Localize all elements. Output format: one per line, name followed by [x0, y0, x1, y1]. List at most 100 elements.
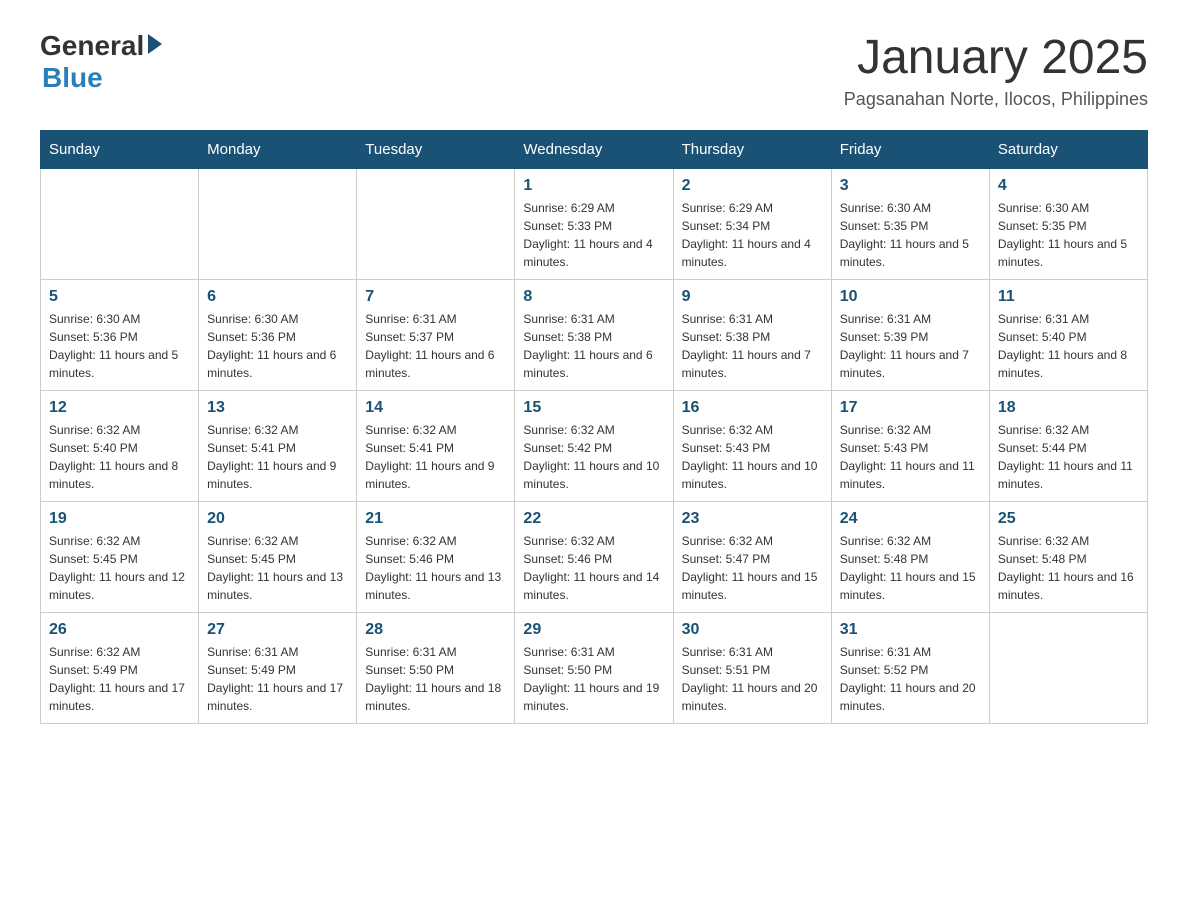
day-info: Sunrise: 6:32 AM Sunset: 5:45 PM Dayligh… [49, 532, 190, 604]
calendar-week-row: 1 Sunrise: 6:29 AM Sunset: 5:33 PM Daylig… [41, 169, 1148, 280]
calendar-cell: 23 Sunrise: 6:32 AM Sunset: 5:47 PM Dayli… [673, 502, 831, 613]
calendar-body: 1 Sunrise: 6:29 AM Sunset: 5:33 PM Daylig… [41, 169, 1148, 724]
day-number: 23 [682, 510, 823, 528]
page-header: General Blue January 2025 Pagsanahan Nor… [40, 30, 1148, 110]
day-number: 22 [523, 510, 664, 528]
calendar-week-row: 26 Sunrise: 6:32 AM Sunset: 5:49 PM Dayli… [41, 613, 1148, 724]
day-number: 1 [523, 177, 664, 195]
day-number: 7 [365, 288, 506, 306]
calendar-week-row: 12Sunrise: 6:32 AM Sunset: 5:40 PM Dayli… [41, 391, 1148, 502]
calendar-cell [41, 169, 199, 280]
calendar-cell: 7 Sunrise: 6:31 AM Sunset: 5:37 PM Daylig… [357, 280, 515, 391]
day-info: Sunrise: 6:32 AM Sunset: 5:44 PM Dayligh… [998, 421, 1139, 493]
calendar-header-cell: Monday [199, 131, 357, 169]
day-number: 3 [840, 177, 981, 195]
calendar-cell: 14 Sunrise: 6:32 AM Sunset: 5:41 PM Dayli… [357, 391, 515, 502]
day-number: 9 [682, 288, 823, 306]
day-info: Sunrise: 6:32 AM Sunset: 5:46 PM Dayligh… [523, 532, 664, 604]
day-info: Sunrise: 6:31 AM Sunset: 5:38 PM Dayligh… [682, 310, 823, 382]
day-number: 27 [207, 621, 348, 639]
day-info: Sunrise: 6:32 AM Sunset: 5:49 PM Dayligh… [49, 643, 190, 715]
month-year-title: January 2025 [844, 30, 1148, 85]
day-number: 29 [523, 621, 664, 639]
calendar-header-cell: Friday [831, 131, 989, 169]
day-info: Sunrise: 6:32 AM Sunset: 5:42 PM Dayligh… [523, 421, 664, 493]
day-number: 14 [365, 399, 506, 417]
day-info: Sunrise: 6:32 AM Sunset: 5:43 PM Dayligh… [682, 421, 823, 493]
day-info: Sunrise: 6:32 AM Sunset: 5:47 PM Dayligh… [682, 532, 823, 604]
calendar-cell: 12Sunrise: 6:32 AM Sunset: 5:40 PM Dayli… [41, 391, 199, 502]
day-number: 21 [365, 510, 506, 528]
calendar-cell: 2 Sunrise: 6:29 AM Sunset: 5:34 PM Daylig… [673, 169, 831, 280]
calendar-cell: 25 Sunrise: 6:32 AM Sunset: 5:48 PM Dayli… [989, 502, 1147, 613]
calendar-cell: 16 Sunrise: 6:32 AM Sunset: 5:43 PM Dayli… [673, 391, 831, 502]
calendar-cell: 3 Sunrise: 6:30 AM Sunset: 5:35 PM Daylig… [831, 169, 989, 280]
day-info: Sunrise: 6:32 AM Sunset: 5:48 PM Dayligh… [998, 532, 1139, 604]
calendar-cell: 26 Sunrise: 6:32 AM Sunset: 5:49 PM Dayli… [41, 613, 199, 724]
logo-arrow-icon [148, 34, 162, 54]
calendar-cell: 22 Sunrise: 6:32 AM Sunset: 5:46 PM Dayli… [515, 502, 673, 613]
day-number: 20 [207, 510, 348, 528]
day-number: 17 [840, 399, 981, 417]
calendar-cell: 21 Sunrise: 6:32 AM Sunset: 5:46 PM Dayli… [357, 502, 515, 613]
title-block: January 2025 Pagsanahan Norte, Ilocos, P… [844, 30, 1148, 110]
day-info: Sunrise: 6:30 AM Sunset: 5:36 PM Dayligh… [207, 310, 348, 382]
day-number: 5 [49, 288, 190, 306]
calendar-header-cell: Wednesday [515, 131, 673, 169]
day-number: 30 [682, 621, 823, 639]
calendar-cell: 19 Sunrise: 6:32 AM Sunset: 5:45 PM Dayli… [41, 502, 199, 613]
calendar-cell: 31Sunrise: 6:31 AM Sunset: 5:52 PM Dayli… [831, 613, 989, 724]
day-number: 4 [998, 177, 1139, 195]
location-subtitle: Pagsanahan Norte, Ilocos, Philippines [844, 89, 1148, 110]
day-number: 11 [998, 288, 1139, 306]
calendar-cell [989, 613, 1147, 724]
day-number: 18 [998, 399, 1139, 417]
day-info: Sunrise: 6:32 AM Sunset: 5:45 PM Dayligh… [207, 532, 348, 604]
day-number: 26 [49, 621, 190, 639]
calendar-week-row: 5 Sunrise: 6:30 AM Sunset: 5:36 PM Daylig… [41, 280, 1148, 391]
day-info: Sunrise: 6:32 AM Sunset: 5:41 PM Dayligh… [365, 421, 506, 493]
day-info: Sunrise: 6:29 AM Sunset: 5:33 PM Dayligh… [523, 199, 664, 271]
day-number: 19 [49, 510, 190, 528]
calendar-cell: 24Sunrise: 6:32 AM Sunset: 5:48 PM Dayli… [831, 502, 989, 613]
calendar-cell: 4Sunrise: 6:30 AM Sunset: 5:35 PM Daylig… [989, 169, 1147, 280]
calendar-cell: 28 Sunrise: 6:31 AM Sunset: 5:50 PM Dayli… [357, 613, 515, 724]
day-info: Sunrise: 6:32 AM Sunset: 5:48 PM Dayligh… [840, 532, 981, 604]
calendar-cell: 5Sunrise: 6:30 AM Sunset: 5:36 PM Daylig… [41, 280, 199, 391]
day-info: Sunrise: 6:32 AM Sunset: 5:40 PM Dayligh… [49, 421, 190, 493]
calendar-week-row: 19 Sunrise: 6:32 AM Sunset: 5:45 PM Dayli… [41, 502, 1148, 613]
calendar-header-row: SundayMondayTuesdayWednesdayThursdayFrid… [41, 131, 1148, 169]
day-number: 25 [998, 510, 1139, 528]
calendar-cell: 27 Sunrise: 6:31 AM Sunset: 5:49 PM Dayli… [199, 613, 357, 724]
day-info: Sunrise: 6:30 AM Sunset: 5:35 PM Dayligh… [840, 199, 981, 271]
calendar-cell: 11Sunrise: 6:31 AM Sunset: 5:40 PM Dayli… [989, 280, 1147, 391]
calendar-table: SundayMondayTuesdayWednesdayThursdayFrid… [40, 130, 1148, 724]
day-number: 2 [682, 177, 823, 195]
day-info: Sunrise: 6:31 AM Sunset: 5:49 PM Dayligh… [207, 643, 348, 715]
logo-general-text: General [40, 30, 144, 62]
calendar-cell [199, 169, 357, 280]
calendar-header-cell: Sunday [41, 131, 199, 169]
day-number: 28 [365, 621, 506, 639]
logo-blue-text: Blue [42, 62, 162, 94]
calendar-cell: 9 Sunrise: 6:31 AM Sunset: 5:38 PM Daylig… [673, 280, 831, 391]
calendar-cell: 15Sunrise: 6:32 AM Sunset: 5:42 PM Dayli… [515, 391, 673, 502]
calendar-cell: 10 Sunrise: 6:31 AM Sunset: 5:39 PM Dayli… [831, 280, 989, 391]
day-number: 8 [523, 288, 664, 306]
day-info: Sunrise: 6:32 AM Sunset: 5:46 PM Dayligh… [365, 532, 506, 604]
day-info: Sunrise: 6:32 AM Sunset: 5:43 PM Dayligh… [840, 421, 981, 493]
calendar-cell: 1 Sunrise: 6:29 AM Sunset: 5:33 PM Daylig… [515, 169, 673, 280]
day-number: 16 [682, 399, 823, 417]
day-info: Sunrise: 6:31 AM Sunset: 5:37 PM Dayligh… [365, 310, 506, 382]
logo: General Blue [40, 30, 162, 94]
day-number: 6 [207, 288, 348, 306]
day-info: Sunrise: 6:31 AM Sunset: 5:39 PM Dayligh… [840, 310, 981, 382]
day-info: Sunrise: 6:29 AM Sunset: 5:34 PM Dayligh… [682, 199, 823, 271]
calendar-header-cell: Tuesday [357, 131, 515, 169]
calendar-cell: 18 Sunrise: 6:32 AM Sunset: 5:44 PM Dayli… [989, 391, 1147, 502]
calendar-cell: 13Sunrise: 6:32 AM Sunset: 5:41 PM Dayli… [199, 391, 357, 502]
day-info: Sunrise: 6:31 AM Sunset: 5:51 PM Dayligh… [682, 643, 823, 715]
day-info: Sunrise: 6:31 AM Sunset: 5:50 PM Dayligh… [365, 643, 506, 715]
day-info: Sunrise: 6:31 AM Sunset: 5:38 PM Dayligh… [523, 310, 664, 382]
day-number: 10 [840, 288, 981, 306]
